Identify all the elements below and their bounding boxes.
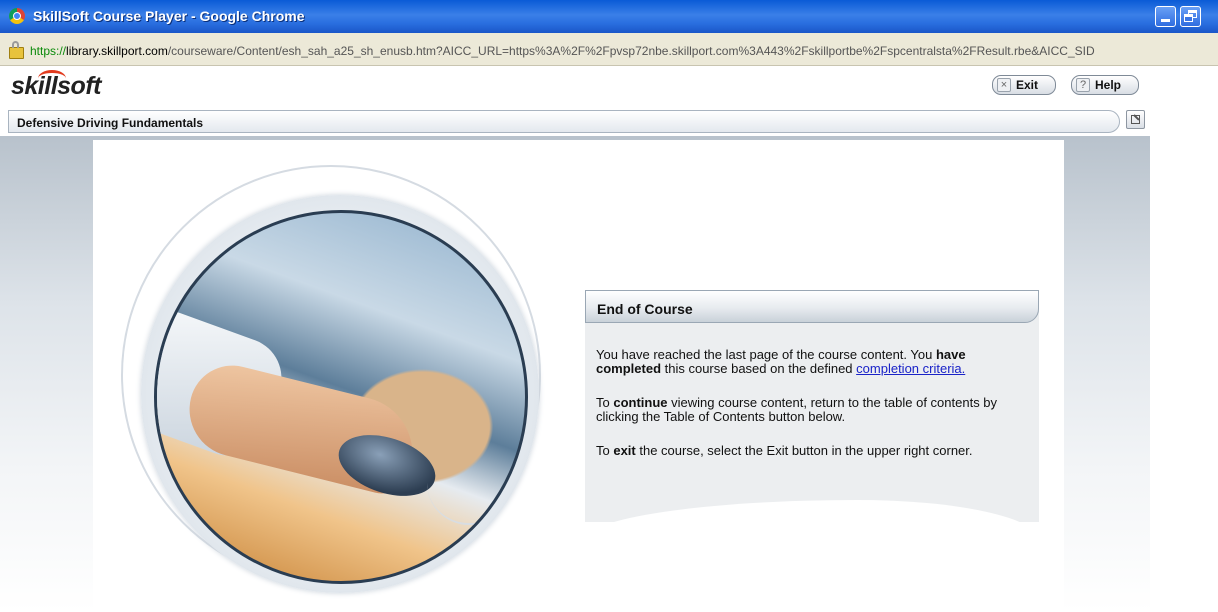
hand-on-mouse-image <box>154 210 528 584</box>
address-bar[interactable]: https://library.skillport.com/courseware… <box>0 33 1218 66</box>
panel-title: End of Course <box>597 301 693 317</box>
exit-button[interactable]: × Exit <box>992 75 1056 95</box>
skillsoft-logo: skillsoft <box>11 72 101 100</box>
emphasis-text: continue <box>613 395 668 410</box>
panel-body: You have reached the last page of the co… <box>596 348 1032 478</box>
help-icon: ? <box>1076 78 1090 92</box>
help-label: Help <box>1095 78 1122 92</box>
panel-wave-decoration <box>585 500 1039 540</box>
text-run: To <box>596 395 614 410</box>
url-text[interactable]: https://library.skillport.com/courseware… <box>30 44 1095 58</box>
minimize-button[interactable] <box>1155 6 1176 27</box>
completion-message: You have reached the last page of the co… <box>596 348 1032 376</box>
window-title-bar: SkillSoft Course Player - Google Chrome <box>0 0 1218 34</box>
lock-icon <box>9 41 24 59</box>
text-run: the course, select the Exit button in th… <box>635 443 973 458</box>
course-title: Defensive Driving Fundamentals <box>17 116 204 130</box>
completion-criteria-link[interactable]: completion criteria. <box>856 361 965 376</box>
exit-message: To exit the course, select the Exit butt… <box>596 444 1032 458</box>
panel-header: End of Course <box>585 290 1039 323</box>
course-title-bar: Defensive Driving Fundamentals <box>8 110 1120 133</box>
help-button[interactable]: ? Help <box>1071 75 1139 95</box>
exit-label: Exit <box>1016 78 1039 92</box>
url-scheme: https:// <box>30 44 67 58</box>
continue-message: To continue viewing course content, retu… <box>596 396 1032 424</box>
restore-button[interactable] <box>1180 6 1201 27</box>
emphasis-text: exit <box>613 443 636 458</box>
mouse-cable <box>427 483 525 525</box>
expand-window-button[interactable] <box>1126 110 1145 129</box>
text-run: this course based on the defined <box>661 361 857 376</box>
text-run: You have reached the last page of the co… <box>596 347 936 362</box>
url-host: library.skillport.com <box>66 44 168 58</box>
end-of-course-panel: End of Course You have reached the last … <box>585 290 1039 540</box>
close-icon: × <box>997 78 1011 92</box>
window-title: SkillSoft Course Player - Google Chrome <box>33 8 305 24</box>
text-run: To <box>596 443 614 458</box>
url-path: /courseware/Content/esh_sah_a25_sh_enusb… <box>167 44 1095 58</box>
chrome-icon <box>9 8 25 24</box>
